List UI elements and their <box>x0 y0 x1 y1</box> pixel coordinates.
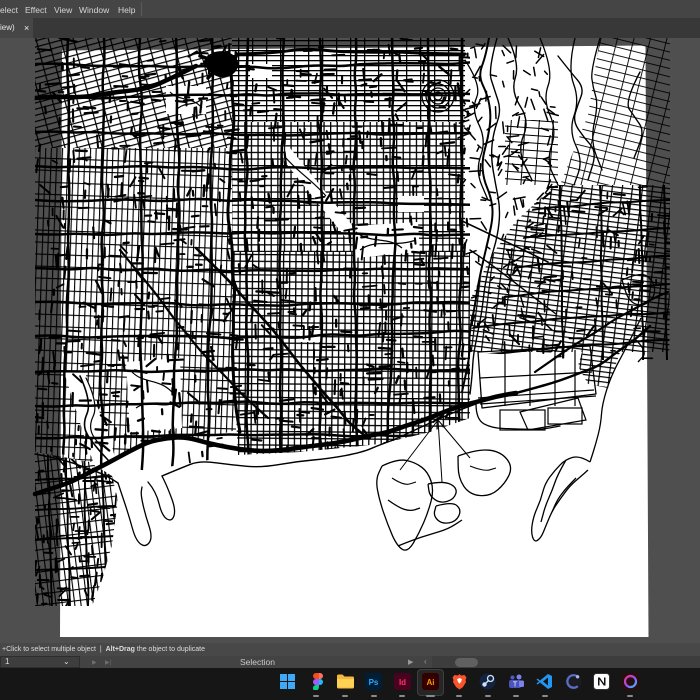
svg-text:T: T <box>512 682 517 689</box>
svg-text:Ai: Ai <box>427 678 435 687</box>
svg-text:Id: Id <box>398 678 405 687</box>
svg-text:Ps: Ps <box>369 678 379 687</box>
